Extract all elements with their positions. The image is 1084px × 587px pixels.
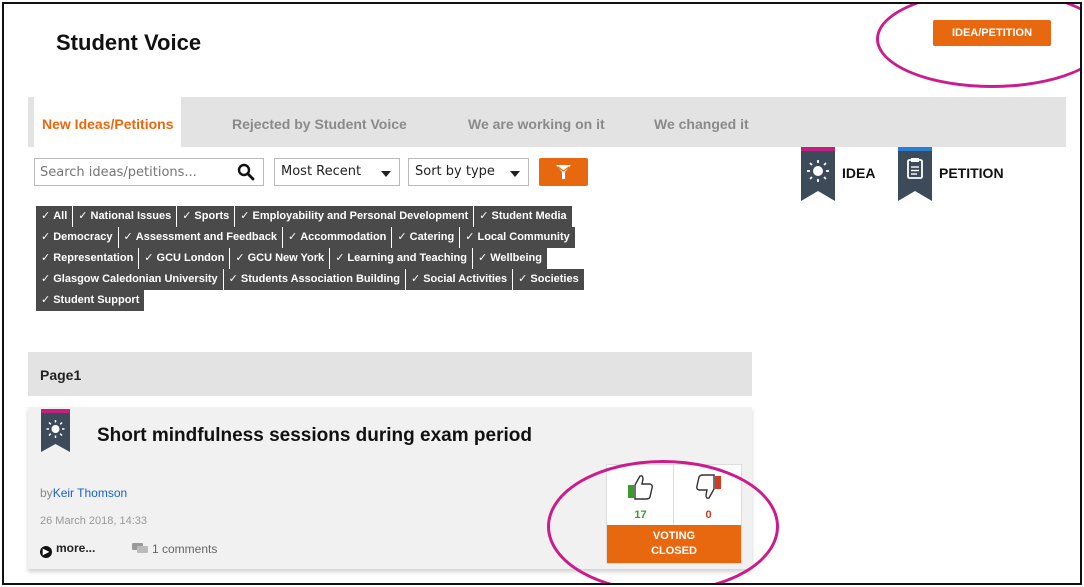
check-icon: ✓ [228, 273, 238, 285]
sort-type-value: Sort by type [415, 164, 495, 179]
post-date: 26 March 2018, 14:33 [40, 515, 148, 527]
idea-badge-icon [41, 409, 70, 452]
sort-order-select[interactable]: Most Recent [274, 158, 400, 186]
idea-badge-icon [801, 147, 835, 201]
search-box [34, 158, 264, 186]
check-icon: ✓ [288, 231, 298, 243]
tag-all[interactable]: ✓ All [36, 206, 74, 227]
petition-label: PETITION [939, 165, 1004, 181]
check-icon: ✓ [397, 231, 407, 243]
check-icon: ✓ [518, 273, 528, 285]
tag-gcu-new-york[interactable]: ✓ GCU New York [230, 248, 331, 269]
tab-bar: New Ideas/Petitions Rejected by Student … [28, 97, 1066, 147]
author-link[interactable]: Keir Thomson [53, 486, 127, 500]
page-title: Student Voice [56, 30, 202, 55]
comments-link[interactable]: 1 comments [132, 542, 217, 556]
check-icon: ✓ [240, 210, 250, 222]
tag-student-media[interactable]: ✓ Student Media [474, 206, 573, 227]
tag-learning-teaching[interactable]: ✓ Learning and Teaching [330, 248, 473, 269]
more-label: more... [56, 541, 96, 555]
tag-national-issues[interactable]: ✓ National Issues [73, 206, 178, 227]
check-icon: ✓ [144, 252, 154, 264]
check-icon: ✓ [479, 210, 489, 222]
tab-rejected[interactable]: Rejected by Student Voice [224, 97, 415, 147]
tab-new-ideas-petitions[interactable]: New Ideas/Petitions [34, 97, 182, 147]
check-icon: ✓ [123, 231, 133, 243]
tag-gcu-london[interactable]: ✓ GCU London [139, 248, 231, 269]
check-icon: ✓ [78, 210, 88, 222]
sort-order-value: Most Recent [281, 164, 362, 179]
search-icon[interactable] [237, 163, 255, 181]
tab-we-changed-it[interactable]: We changed it [646, 97, 757, 147]
check-icon: ✓ [41, 252, 51, 264]
filter-button[interactable] [539, 158, 588, 186]
comment-icon [132, 543, 148, 553]
tag-row: ✓ Representation ✓ GCU London ✓ GCU New York ✓… [36, 248, 756, 269]
tag-row: ✓ Democracy ✓ Assessment and Feedback ✓ Accom… [36, 227, 756, 248]
tag-social-activities[interactable]: ✓ Social Activities [405, 269, 514, 290]
tag-row: ✓ Glasgow Caledonian University ✓ Students … [36, 269, 756, 290]
tag-sports[interactable]: ✓ Sports [177, 206, 236, 227]
tag-societies[interactable]: ✓ Societies [513, 269, 585, 290]
tag-accommodation[interactable]: ✓ Accommodation [283, 227, 393, 248]
post-title[interactable]: Short mindfulness sessions during exam p… [97, 425, 532, 447]
tag-student-support[interactable]: ✓ Student Support [36, 290, 146, 311]
play-circle-icon: ▶ [40, 546, 52, 558]
by-prefix: by [40, 486, 53, 500]
highlight-circle [547, 460, 779, 583]
check-icon: ✓ [235, 252, 245, 264]
check-icon: ✓ [41, 294, 51, 306]
idea-legend[interactable]: IDEA [801, 147, 875, 208]
check-icon: ✓ [41, 210, 51, 222]
category-tags: ✓ All ✓ National Issues ✓ Sports ✓ Employabilit… [36, 206, 756, 311]
post-author: byKeir Thomson [40, 486, 127, 500]
tag-local-community[interactable]: ✓ Local Community [460, 227, 576, 248]
tag-glasgow-caledonian[interactable]: ✓ Glasgow Caledonian University [36, 269, 224, 290]
check-icon: ✓ [182, 210, 192, 222]
tag-students-association-building[interactable]: ✓ Students Association Building [223, 269, 406, 290]
check-icon: ✓ [410, 273, 421, 285]
tab-working-on-it[interactable]: We are working on it [460, 97, 613, 147]
petition-badge-icon [898, 147, 932, 201]
idea-label: IDEA [842, 165, 876, 181]
tag-wellbeing[interactable]: ✓ Wellbeing [473, 248, 548, 269]
filter-icon [556, 165, 571, 179]
page-frame: Student Voice IDEA/PETITION New Ideas/Pe… [2, 2, 1082, 585]
petition-legend[interactable]: PETITION [898, 147, 1004, 208]
highlight-circle [876, 4, 1080, 88]
check-icon: ✓ [335, 252, 345, 264]
page-header: Page1 [28, 352, 752, 396]
check-icon: ✓ [465, 231, 475, 243]
comments-count: 1 comments [152, 542, 218, 556]
tag-democracy[interactable]: ✓ Democracy [36, 227, 119, 248]
page-label: Page1 [40, 367, 82, 383]
search-input[interactable] [35, 159, 225, 185]
chevron-down-icon [510, 171, 520, 177]
tag-row: ✓ Student Support [36, 290, 756, 311]
check-icon: ✓ [41, 231, 51, 243]
chevron-down-icon [381, 171, 391, 177]
sort-type-select[interactable]: Sort by type [408, 158, 529, 186]
more-link[interactable]: ▶ more... [40, 541, 95, 558]
tag-catering[interactable]: ✓ Catering [392, 227, 461, 248]
tag-row: ✓ All ✓ National Issues ✓ Sports ✓ Employabilit… [36, 206, 756, 227]
check-icon: ✓ [478, 252, 488, 264]
tag-employability[interactable]: ✓ Employability and Personal Development [235, 206, 475, 227]
tag-assessment-feedback[interactable]: ✓ Assessment and Feedback [118, 227, 283, 248]
check-icon: ✓ [41, 273, 51, 285]
tag-representation[interactable]: ✓ Representation [36, 248, 140, 269]
